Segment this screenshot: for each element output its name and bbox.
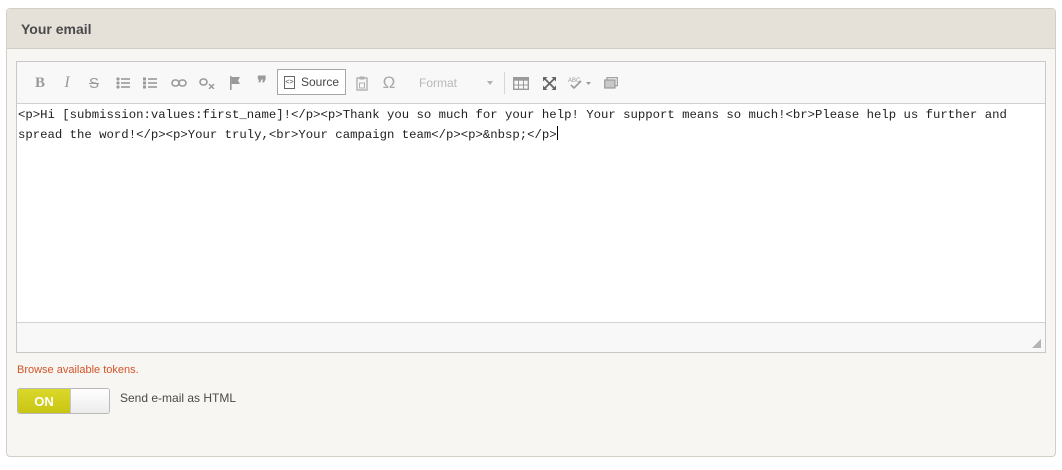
unlink-button[interactable]: [198, 73, 216, 93]
numbered-list-button[interactable]: [142, 73, 158, 93]
maximize-button[interactable]: [540, 73, 558, 93]
toolbar-separator: [504, 72, 505, 94]
bulleted-list-icon: [116, 77, 130, 89]
bold-button[interactable]: B: [33, 73, 47, 93]
maximize-icon: [542, 76, 556, 90]
special-character-icon: Ω: [382, 73, 396, 92]
link-button[interactable]: [170, 73, 188, 93]
toggle-knob[interactable]: [70, 389, 109, 413]
send-html-toggle[interactable]: ON: [17, 388, 110, 414]
chevron-down-icon: [487, 81, 493, 85]
anchor-flag-icon: [230, 76, 240, 90]
email-body-text: <p>Hi [submission:values:first_name]!</p…: [18, 108, 1015, 142]
format-select[interactable]: Format: [409, 72, 497, 94]
source-button[interactable]: <> Source: [277, 69, 346, 95]
email-panel: Your email B I S ❞ <> Source Ω Format AB…: [6, 8, 1056, 457]
unlink-icon: [199, 78, 215, 89]
format-select-label: Format: [419, 76, 458, 90]
anchor-button[interactable]: [227, 73, 243, 93]
spellcheck-icon: ABC: [568, 78, 591, 90]
spellcheck-button[interactable]: ABC: [568, 73, 592, 93]
source-button-label: Source: [301, 75, 340, 89]
editor-toolbar: B I S ❞ <> Source Ω Format ABC: [17, 62, 1045, 104]
blockquote-button[interactable]: ❞: [253, 73, 271, 93]
numbered-list-icon: [143, 77, 157, 89]
text-cursor: [556, 126, 558, 140]
editor-statusbar: [17, 322, 1045, 352]
toggle-on-label: ON: [18, 389, 70, 413]
paste-text-icon: [356, 76, 368, 91]
link-icon: [171, 79, 187, 87]
table-button[interactable]: [512, 73, 530, 93]
email-body-source[interactable]: <p>Hi [submission:values:first_name]!</p…: [17, 104, 1045, 322]
paste-as-text-button[interactable]: [355, 73, 369, 93]
send-html-label: Send e-mail as HTML: [120, 391, 237, 405]
rich-text-editor: B I S ❞ <> Source Ω Format ABC <p>Hi [su…: [16, 61, 1046, 353]
image-icon: [604, 77, 618, 89]
source-icon: <>: [284, 75, 295, 89]
image-button[interactable]: [603, 73, 619, 93]
panel-title: Your email: [7, 9, 1055, 49]
italic-button[interactable]: I: [60, 73, 74, 93]
resize-handle-icon[interactable]: [1032, 339, 1041, 348]
browse-tokens-link[interactable]: Browse available tokens.: [17, 364, 139, 376]
special-character-button[interactable]: Ω: [381, 73, 397, 93]
bulleted-list-button[interactable]: [115, 73, 131, 93]
blockquote-icon: ❞: [257, 72, 267, 93]
table-icon: [513, 76, 529, 90]
strikethrough-button[interactable]: S: [87, 73, 101, 93]
